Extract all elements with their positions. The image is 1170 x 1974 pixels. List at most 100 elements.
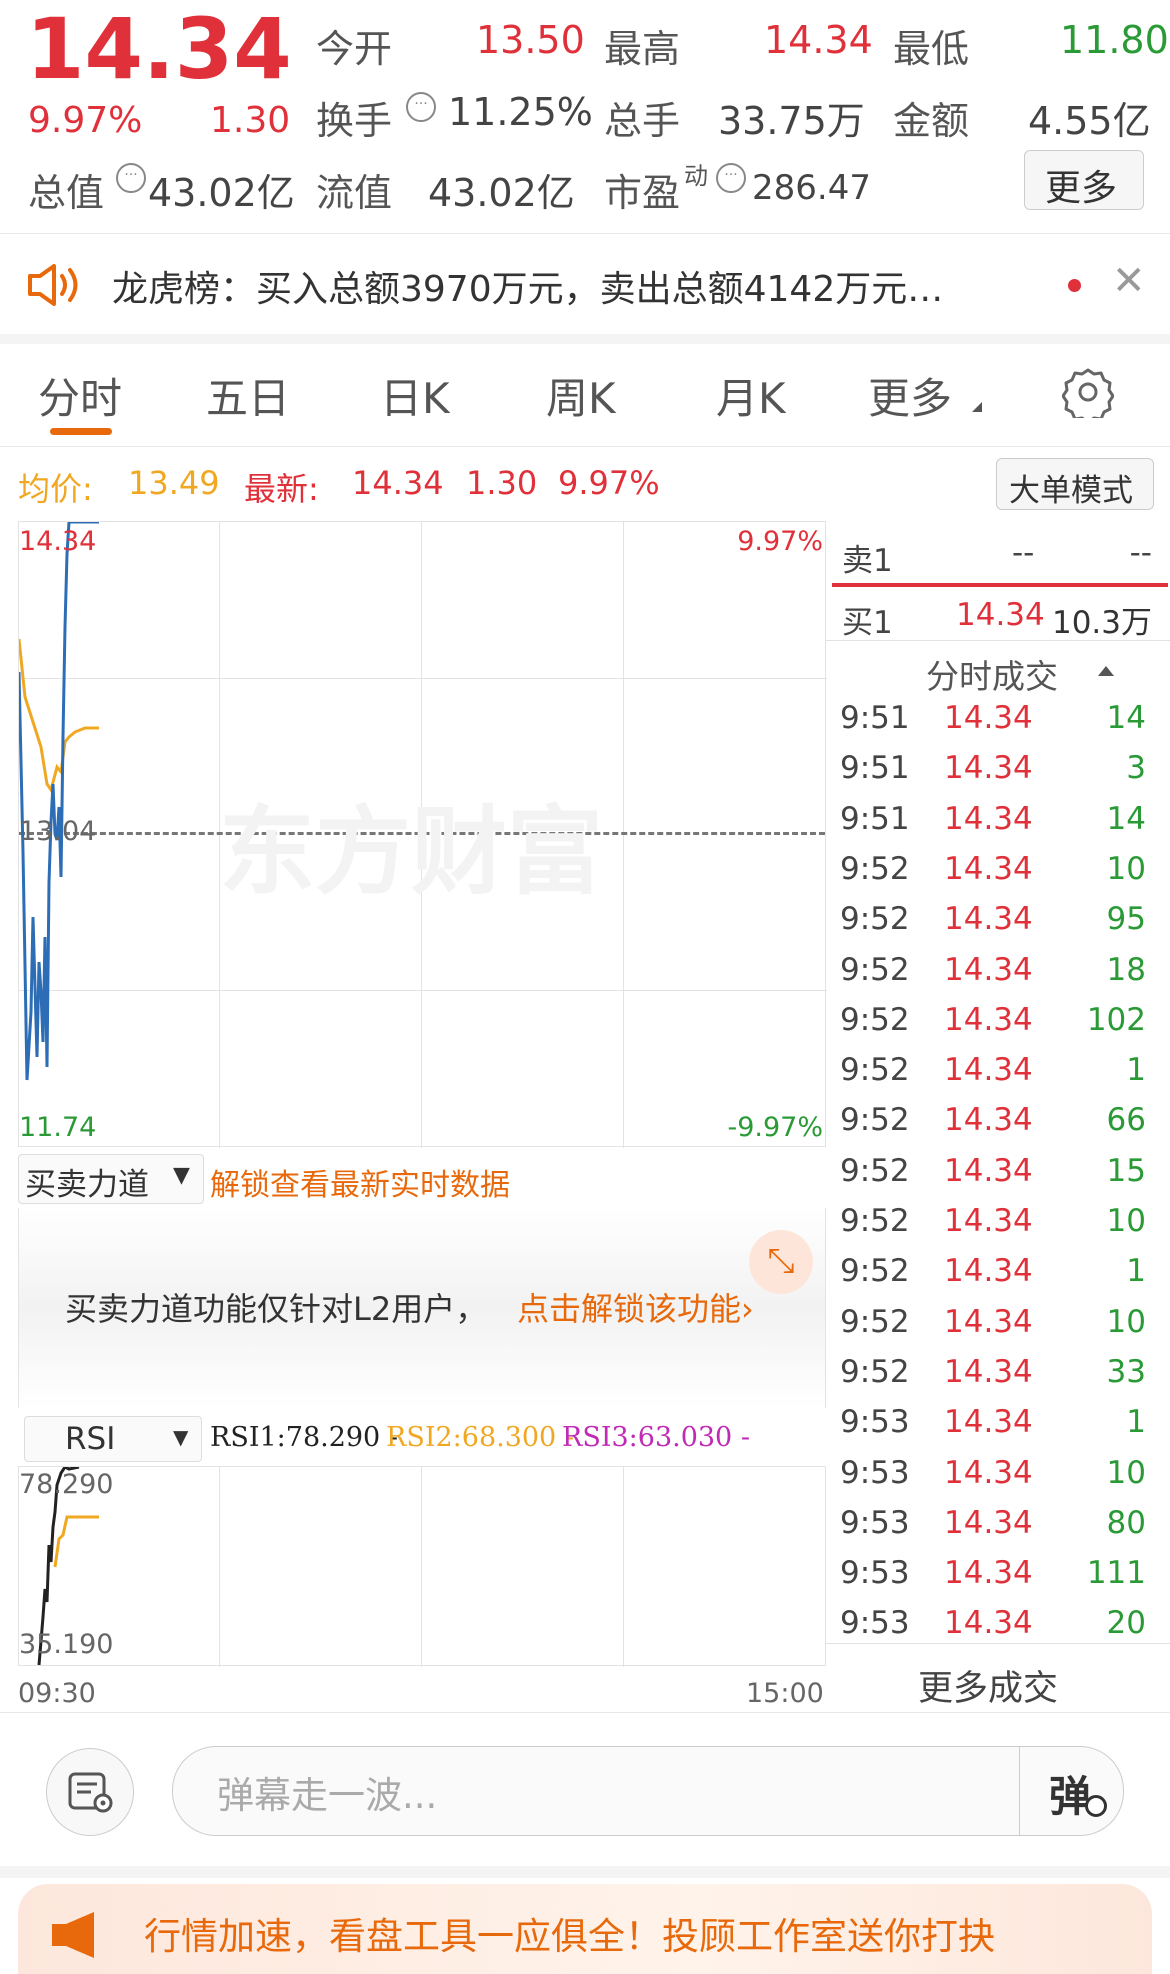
sort-up-icon [1098, 666, 1114, 676]
tab-five-day[interactable]: 五日 [206, 365, 290, 426]
buy1-volume: 10.3万 [1051, 605, 1152, 641]
trade-price: 14.34 [944, 1203, 1033, 1239]
info-dots-icon[interactable]: ··· [716, 163, 746, 193]
low-value: 11.80 [1060, 18, 1169, 62]
locked-panel[interactable]: 买卖力道功能仅针对L2用户， 点击解锁该功能› ⤡ [18, 1208, 826, 1408]
trade-price: 14.34 [944, 700, 1033, 736]
trade-row: 9:52 14.34 15 [830, 1153, 1160, 1203]
trade-row: 9:52 14.34 10 [830, 1203, 1160, 1253]
rsi2-value: RSI2:68.300 - [386, 1422, 574, 1453]
trade-volume: 1 [1126, 1052, 1146, 1089]
trade-time: 9:52 [840, 1303, 910, 1340]
tab-more[interactable]: 更多 [868, 365, 952, 426]
volume-label: 总手 [604, 99, 681, 143]
chart-bottom-percent: -9.97% [727, 1112, 823, 1143]
trade-price: 14.34 [944, 1504, 1033, 1541]
indicator1-select[interactable]: 买卖力道 ▼ [18, 1154, 204, 1204]
turnover-value: 11.25% [448, 90, 593, 134]
trade-time: 9:51 [840, 700, 910, 736]
trade-row: 9:52 14.34 66 [830, 1102, 1160, 1152]
trade-row: 9:52 14.34 1 [830, 1253, 1160, 1303]
trade-row: 9:53 14.34 1 [830, 1404, 1160, 1454]
trade-row: 9:53 14.34 20 [830, 1605, 1160, 1655]
dropdown-triangle-icon [972, 402, 982, 412]
promo-banner[interactable]: 行情加速，看盘工具一应俱全！投顾工作室送你打抉 [18, 1884, 1152, 1974]
notice-bar[interactable]: 龙虎榜：买入总额3970万元，卖出总额4142万元… ✕ [0, 234, 1170, 334]
open-label: 今开 [316, 27, 393, 71]
trade-volume: 14 [1106, 700, 1146, 736]
trade-row: 9:52 14.34 33 [830, 1354, 1160, 1404]
pe-sup: 动 [684, 162, 708, 190]
info-dots-icon[interactable]: ··· [406, 92, 436, 122]
notice-text: 龙虎榜：买入总额3970万元，卖出总额4142万元… [112, 269, 944, 310]
trade-row: 9:53 14.34 111 [830, 1555, 1160, 1605]
chart-top-percent: 9.97% [737, 526, 823, 557]
amount-value: 4.55亿 [1028, 99, 1151, 143]
trades-header[interactable]: 分时成交 [828, 648, 1170, 698]
trade-price: 14.34 [944, 1353, 1033, 1390]
tab-active-underline [50, 428, 112, 435]
chat-settings-icon [68, 1772, 113, 1813]
trade-time: 9:53 [840, 1404, 910, 1441]
rsi3-value: RSI3:63.030 - [562, 1422, 750, 1453]
trade-time: 9:52 [840, 1203, 910, 1239]
trade-price: 14.34 [944, 850, 1033, 887]
close-icon[interactable]: ✕ [1112, 258, 1146, 304]
turnover-label: 换手 [316, 99, 393, 143]
unlock-feature-link[interactable]: 点击解锁该功能› [517, 1284, 754, 1330]
trade-price: 14.34 [944, 1454, 1033, 1491]
danmaku-settings-button[interactable] [46, 1748, 134, 1836]
rsi-chart[interactable]: 78.290 35.190 [18, 1466, 826, 1667]
mktcap-label: 总值 [28, 171, 105, 215]
big-order-mode-button[interactable]: 大单模式 [996, 458, 1154, 510]
avg-value: 13.49 [128, 464, 220, 502]
speaker-icon [28, 264, 78, 306]
chevron-down-icon: ▼ [173, 1163, 190, 1188]
more-trades-button[interactable]: 更多成交 [918, 1660, 1058, 1711]
trade-time: 9:52 [840, 901, 910, 938]
trade-time: 9:52 [840, 1102, 910, 1139]
info-dots-icon[interactable]: ··· [116, 163, 146, 193]
tab-intraday[interactable]: 分时 [38, 365, 122, 426]
buy1-price: 14.34 [956, 597, 1045, 633]
pe-label: 市盈 [604, 171, 681, 215]
trade-volume: 18 [1106, 951, 1146, 988]
open-value: 13.50 [476, 18, 585, 62]
danmaku-send-button[interactable]: 弹 [1021, 1747, 1121, 1835]
trade-volume: 33 [1106, 1353, 1146, 1390]
trade-price: 14.34 [944, 1052, 1033, 1089]
trade-price: 14.34 [944, 1555, 1033, 1592]
intraday-chart[interactable]: 东方财富 14.34 9.97% 13.04 11.74 -9.97% [18, 521, 827, 1148]
mktcap-value: 43.02亿 [148, 171, 295, 215]
high-label: 最高 [604, 27, 681, 71]
unlock-realtime-link[interactable]: 解锁查看最新实时数据 [210, 1160, 510, 1204]
sell1-price: -- [1012, 535, 1035, 571]
trade-volume: 10 [1106, 850, 1146, 887]
buy1-label: 买1 [842, 605, 893, 641]
danmaku-input[interactable]: 弹幕走一波... 弹 [172, 1746, 1124, 1836]
trade-volume: 102 [1086, 1001, 1146, 1038]
chart-mid-price: 13.04 [19, 816, 97, 847]
more-info-button[interactable]: 更多 [1024, 150, 1144, 210]
indicator1-select-label: 买卖力道 [25, 1167, 149, 1203]
trade-volume: 1 [1126, 1253, 1146, 1290]
trade-time: 9:52 [840, 951, 910, 988]
trade-price: 14.34 [944, 800, 1033, 837]
trade-volume: 111 [1086, 1555, 1146, 1592]
time-end-label: 15:00 [746, 1678, 824, 1709]
gear-icon[interactable] [1062, 366, 1114, 418]
trade-price: 14.34 [944, 1404, 1033, 1441]
rsi-top-label: 78.290 [19, 1469, 114, 1500]
expand-icon[interactable]: ⤡ [749, 1230, 813, 1294]
indicator2-select[interactable]: RSI ▼ [24, 1416, 202, 1462]
trade-row: 9:52 14.34 10 [830, 1304, 1160, 1354]
tab-monthly-k[interactable]: 月K [716, 365, 786, 426]
trade-price: 14.34 [944, 750, 1033, 787]
trade-time: 9:52 [840, 1052, 910, 1089]
float-label: 流值 [316, 171, 393, 215]
tab-weekly-k[interactable]: 周K [546, 365, 616, 426]
tab-daily-k[interactable]: 日K [380, 365, 450, 426]
trade-time: 9:52 [840, 1353, 910, 1390]
danmaku-send-label: 弹 [1049, 1772, 1092, 1821]
promo-text: 行情加速，看盘工具一应俱全！投顾工作室送你打抉 [144, 1915, 995, 1958]
